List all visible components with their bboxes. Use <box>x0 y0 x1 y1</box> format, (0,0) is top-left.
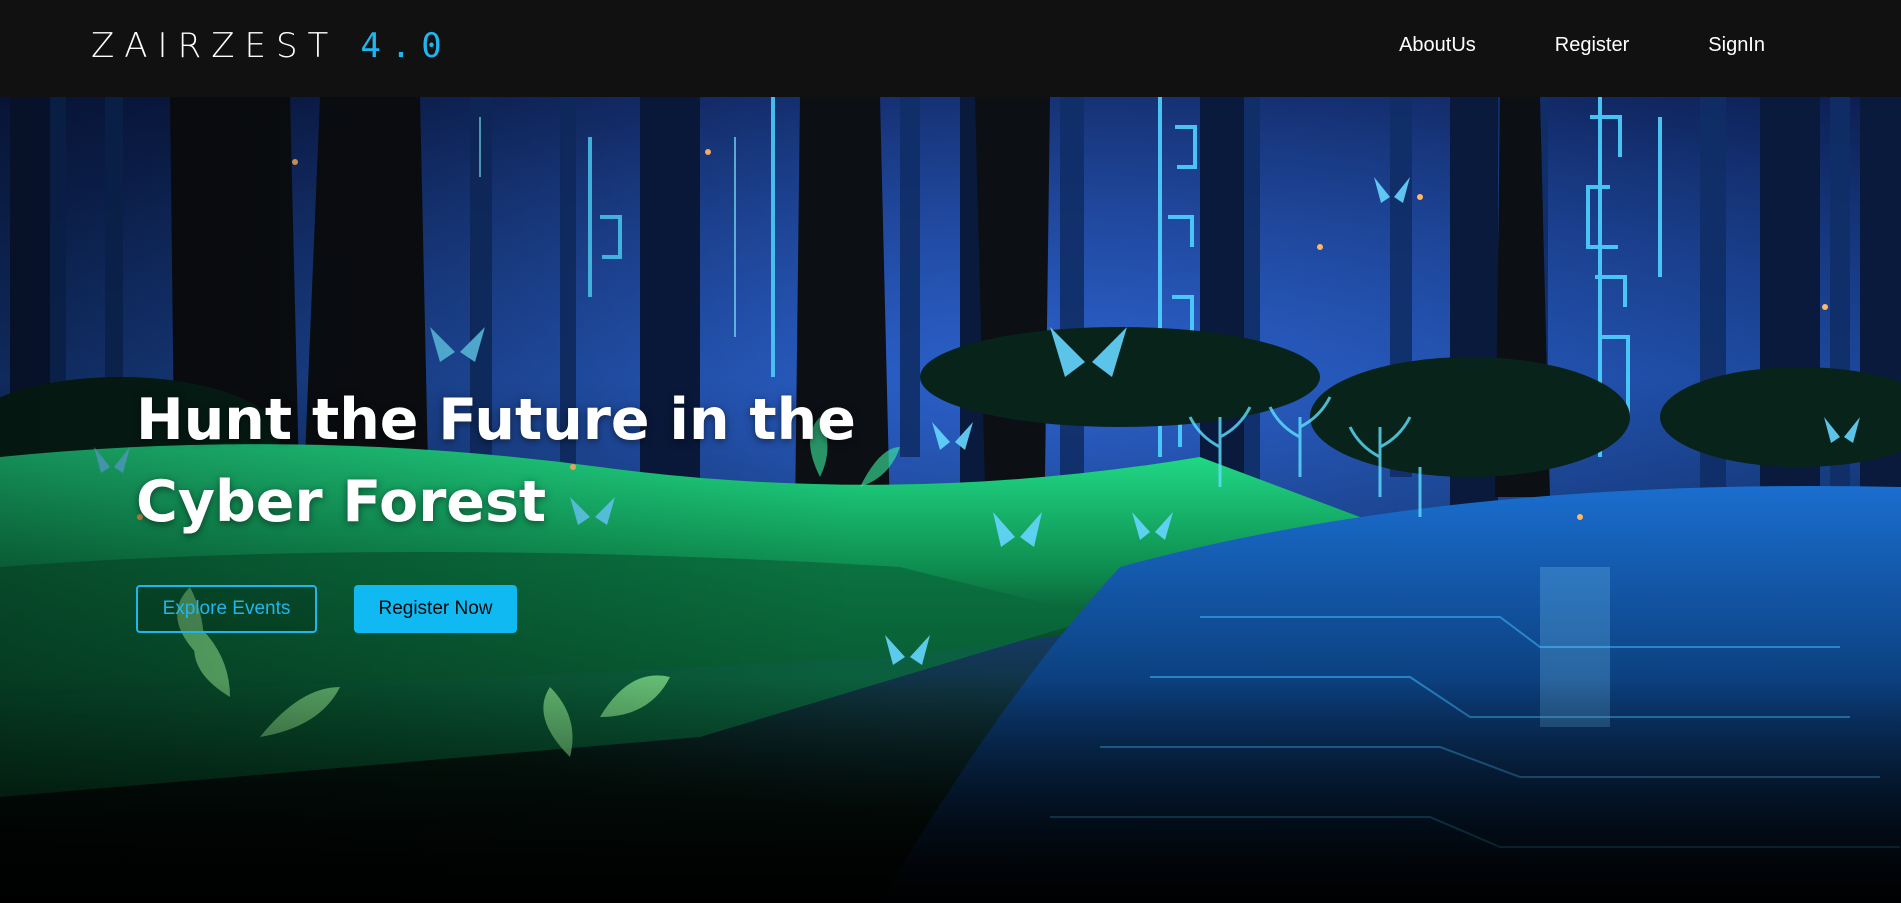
nav-link-sign-in[interactable]: SignIn <box>1708 34 1765 57</box>
top-navbar: ZAIRZEST 4.0 AboutUs Register SignIn <box>0 0 1901 97</box>
nav-link-register[interactable]: Register <box>1555 34 1629 57</box>
brand-version: 4.0 <box>360 26 452 66</box>
hero-section: Hunt the Future in the Cyber Forest Expl… <box>0 97 1901 903</box>
brand-logo[interactable]: ZAIRZEST 4.0 <box>91 26 452 66</box>
nav-links: AboutUs Register SignIn <box>1320 34 1765 57</box>
register-now-button[interactable]: Register Now <box>354 585 517 633</box>
hero-title: Hunt the Future in the Cyber Forest <box>136 387 856 535</box>
nav-link-about-us[interactable]: AboutUs <box>1399 34 1476 57</box>
brand-name: ZAIRZEST <box>91 26 339 66</box>
explore-events-button[interactable]: Explore Events <box>136 585 317 633</box>
